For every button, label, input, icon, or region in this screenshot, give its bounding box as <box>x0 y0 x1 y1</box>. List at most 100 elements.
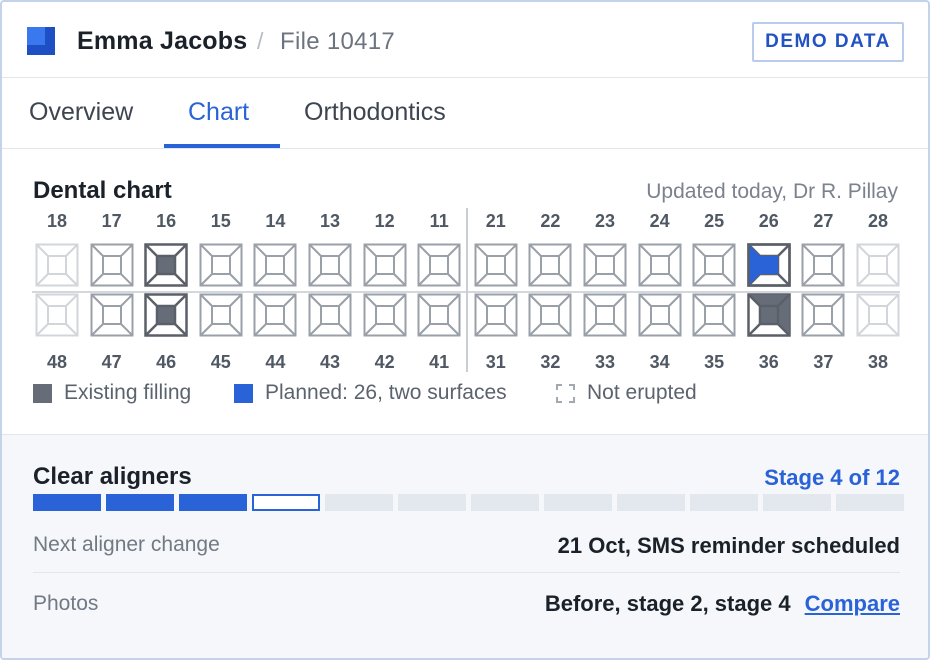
aligner-stage-segment <box>252 494 320 511</box>
dental-chart-title: Dental chart <box>33 177 172 204</box>
tooth-32[interactable] <box>528 293 572 337</box>
photos-value: Before, stage 2, stage 4 <box>544 591 791 616</box>
tooth-18[interactable] <box>35 243 79 287</box>
lower-tooth-number: 47 <box>101 352 122 372</box>
tooth-26[interactable] <box>747 243 791 287</box>
aligners-section: Clear aligners Stage 4 of 12 Next aligne… <box>2 434 928 658</box>
upper-tooth-number: 15 <box>210 211 231 231</box>
tab-bar: Overview Chart Orthodontics <box>2 79 928 149</box>
active-tab-indicator <box>164 144 280 148</box>
tooth-36[interactable] <box>747 293 791 337</box>
row-label: Next aligner change <box>33 533 220 556</box>
card-header: Emma Jacobs / File 10417 DEMO DATA <box>2 2 928 78</box>
tooth-33[interactable] <box>583 293 627 337</box>
row-label: Photos <box>33 592 99 615</box>
aligner-stage-segment <box>471 494 539 511</box>
tooth-44[interactable] <box>253 293 297 337</box>
legend-not-erupted: Not erupted <box>556 379 697 407</box>
tooth-14[interactable] <box>253 243 297 287</box>
aligner-stage-segment <box>106 494 174 511</box>
legend-not-erupted-label: Not erupted <box>587 381 697 404</box>
existing-filling-swatch-icon <box>33 383 52 403</box>
aligner-stage-segment <box>544 494 612 511</box>
upper-tooth-number: 27 <box>813 211 834 231</box>
row-value: 21 Oct, SMS reminder scheduled <box>557 533 900 558</box>
dental-chart-updated: Updated today, Dr R. Pillay <box>646 180 898 203</box>
tooth-35[interactable] <box>692 293 736 337</box>
upper-tooth-number: 12 <box>374 211 395 231</box>
lower-tooth-number: 44 <box>265 352 286 372</box>
tooth-25[interactable] <box>692 243 736 287</box>
tooth-21[interactable] <box>474 243 518 287</box>
aligner-stage-segment <box>33 494 101 511</box>
upper-tooth-number: 11 <box>429 211 449 231</box>
aligner-stage-segment <box>617 494 685 511</box>
upper-tooth-number: 14 <box>265 211 286 231</box>
lower-tooth-number: 42 <box>374 352 395 372</box>
lower-tooth-number: 41 <box>429 352 450 372</box>
upper-tooth-number: 21 <box>485 211 506 231</box>
lower-tooth-number: 45 <box>210 352 231 372</box>
lower-tooth-number: 33 <box>594 352 616 372</box>
tooth-31[interactable] <box>474 293 518 337</box>
upper-tooth-number: 28 <box>867 211 889 231</box>
aligner-stage-segment <box>325 494 393 511</box>
lower-tooth-number: 34 <box>649 352 670 372</box>
tooth-28[interactable] <box>856 243 900 287</box>
legend-planned-label: Planned: 26, two surfaces <box>265 381 507 404</box>
row-photos: Photos Before, stage 2, stage 4 Compare <box>33 573 900 633</box>
tooth-27[interactable] <box>801 243 845 287</box>
tooth-16[interactable] <box>144 243 188 287</box>
compare-link[interactable]: Compare <box>805 591 900 616</box>
patient-name: Emma Jacobs <box>77 27 248 55</box>
legend-planned: Planned: 26, two surfaces <box>234 379 507 407</box>
tooth-42[interactable] <box>363 293 407 337</box>
tooth-37[interactable] <box>801 293 845 337</box>
tooth-17[interactable] <box>90 243 134 287</box>
tooth-15[interactable] <box>199 243 243 287</box>
legend-existing-label: Existing filling <box>64 381 192 404</box>
tooth-23[interactable] <box>583 243 627 287</box>
upper-tooth-number: 22 <box>540 211 561 231</box>
tab-chart[interactable]: Chart <box>188 98 249 127</box>
aligner-stage-segment <box>179 494 247 511</box>
tooth-45[interactable] <box>199 293 243 337</box>
lower-tooth-number: 31 <box>485 352 506 372</box>
planned-swatch-icon <box>234 383 253 403</box>
lower-tooth-number: 48 <box>46 352 68 372</box>
tab-orthodontics[interactable]: Orthodontics <box>304 98 446 127</box>
tooth-34[interactable] <box>638 293 682 337</box>
file-number: File 10417 <box>280 28 396 55</box>
brand-logo-icon <box>27 27 55 55</box>
tooth-13[interactable] <box>308 243 352 287</box>
upper-tooth-number: 25 <box>704 211 725 231</box>
legend-existing: Existing filling <box>33 379 191 407</box>
aligner-stage-segment <box>763 494 831 511</box>
row-next-aligner-change: Next aligner change 21 Oct, SMS reminder… <box>33 519 900 573</box>
upper-tooth-number: 16 <box>156 211 177 231</box>
upper-tooth-number: 23 <box>594 211 616 231</box>
lower-tooth-number: 46 <box>156 352 177 372</box>
breadcrumb-separator: / <box>257 28 264 54</box>
aligner-stage-segment <box>398 494 466 511</box>
tooth-38[interactable] <box>856 293 900 337</box>
tab-overview[interactable]: Overview <box>29 98 133 127</box>
tooth-41[interactable] <box>417 293 461 337</box>
row-value: Before, stage 2, stage 4 Compare <box>545 591 900 617</box>
tooth-48[interactable] <box>35 293 79 337</box>
upper-tooth-number: 17 <box>101 211 122 231</box>
tooth-46[interactable] <box>144 293 188 337</box>
demo-data-badge: DEMO DATA <box>752 22 904 62</box>
upper-tooth-number: 18 <box>46 211 68 231</box>
lower-tooth-number: 38 <box>867 352 889 372</box>
aligner-stage-segment <box>690 494 758 511</box>
aligners-title: Clear aligners <box>33 463 192 490</box>
tooth-22[interactable] <box>528 243 572 287</box>
lower-tooth-number: 35 <box>704 352 725 372</box>
aligner-stage: Stage 4 of 12 <box>764 465 900 490</box>
tooth-43[interactable] <box>308 293 352 337</box>
tooth-11[interactable] <box>417 243 461 287</box>
tooth-24[interactable] <box>638 243 682 287</box>
tooth-12[interactable] <box>363 243 407 287</box>
tooth-47[interactable] <box>90 293 134 337</box>
